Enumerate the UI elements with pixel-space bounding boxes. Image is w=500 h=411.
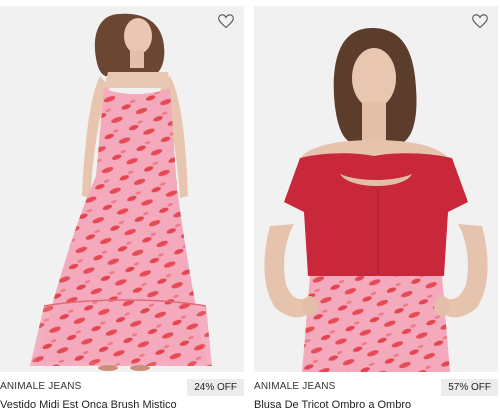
product-brand: ANIMALE JEANS — [0, 381, 82, 392]
top-model-illustration — [254, 6, 498, 372]
dress-model-illustration — [0, 6, 244, 372]
heart-outline-icon[interactable] — [472, 14, 488, 29]
heart-outline-icon[interactable] — [218, 14, 234, 29]
discount-badge: 57% OFF — [441, 379, 498, 396]
discount-badge: 24% OFF — [187, 379, 244, 396]
product-name-link[interactable]: Blusa De Tricot Ombro a Ombro — [254, 399, 411, 411]
product-image-1[interactable] — [0, 6, 244, 372]
product-card-2[interactable]: ANIMALE JEANS 57% OFF Blusa De Tricot Om… — [254, 0, 498, 411]
product-name-link[interactable]: Vestido Midi Est Onca Brush Mistico — [0, 399, 177, 411]
product-image-2[interactable] — [254, 6, 498, 372]
product-card-1[interactable]: ANIMALE JEANS 24% OFF Vestido Midi Est O… — [0, 0, 244, 411]
product-brand: ANIMALE JEANS — [254, 381, 336, 392]
